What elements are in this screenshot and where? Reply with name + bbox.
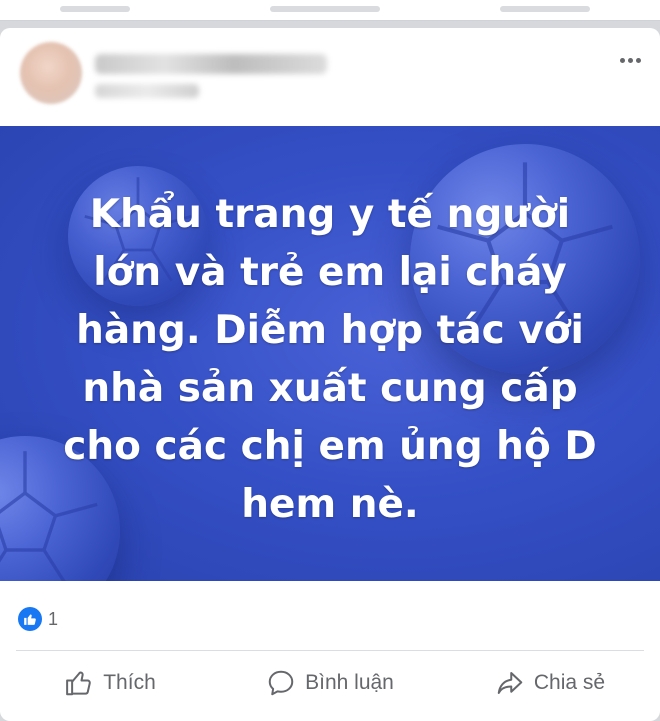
reaction-summary[interactable]: 1 [18,604,58,634]
feed-page: Khẩu trang y tế người lớn và trẻ em lại … [0,0,660,721]
reaction-count: 1 [48,608,59,629]
post-text-line: hàng. Diễm hợp tác với [76,308,584,353]
author-name-blurred[interactable] [95,54,327,74]
post-background-image: Khẩu trang y tế người lớn và trẻ em lại … [0,126,660,581]
post-text-line: cho các chị em ủng hộ D [63,424,597,469]
post-card: Khẩu trang y tế người lớn và trẻ em lại … [0,28,660,721]
post-text-line: lớn và trẻ em lại cháy [93,250,567,295]
comment-icon [268,670,294,696]
post-text-line: nhà sản xuất cung cấp [82,366,578,411]
like-label: Thích [103,671,156,694]
faded-action-hint [60,6,130,12]
comment-label: Bình luận [305,671,394,694]
share-icon [497,672,523,694]
more-dot-icon [619,57,625,63]
more-dot-icon [635,57,641,63]
post-text: Khẩu trang y tế người lớn và trẻ em lại … [0,186,660,534]
more-dot-icon [627,57,633,63]
like-button[interactable]: Thích [0,658,220,708]
post-header [0,28,660,126]
share-button[interactable]: Chia sẻ [440,658,660,708]
like-reaction-icon [18,607,42,631]
faded-action-hint [500,6,590,12]
previous-post-action-bar [0,0,660,21]
post-text-line: Khẩu trang y tế người [89,192,571,237]
share-label: Chia sẻ [533,671,606,694]
more-options-button[interactable] [612,48,648,72]
post-meta-blurred [95,84,199,98]
post-action-bar: Thích Bình luận Chia sẻ [0,658,660,708]
action-divider [16,650,644,651]
comment-button[interactable]: Bình luận [220,658,440,708]
post-text-line: hem nè. [241,482,419,527]
avatar[interactable] [20,42,82,104]
faded-action-hint [270,6,380,12]
thumbs-up-icon [66,671,92,696]
